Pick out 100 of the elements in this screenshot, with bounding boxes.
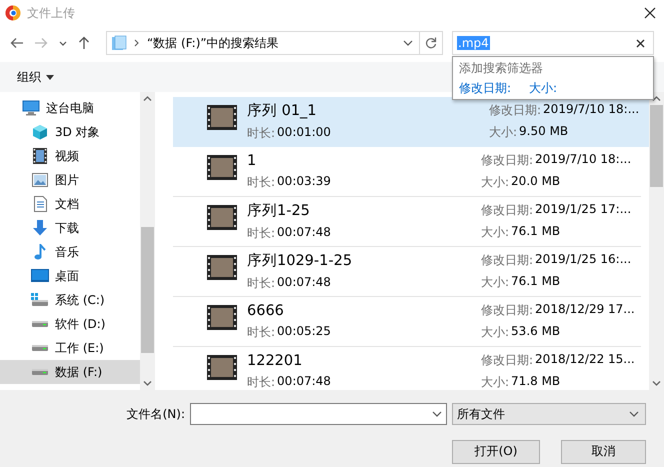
file-row[interactable]: 6666 时长: 00:05:25 修改日期: 2018/12/29 17... 大小: 53.6 MB bbox=[173, 297, 641, 347]
date-value: 2018/12/22 15... bbox=[535, 352, 635, 368]
computer-icon bbox=[22, 100, 40, 116]
search-filter-link[interactable]: 修改日期: bbox=[459, 80, 512, 97]
size-value: 76.1 MB bbox=[511, 274, 560, 290]
drive-icon bbox=[31, 368, 49, 376]
back-arrow-icon[interactable] bbox=[10, 37, 24, 49]
document-icon bbox=[34, 196, 46, 212]
window-title: 文件上传 bbox=[27, 4, 76, 22]
size-label: 大小: bbox=[481, 324, 510, 341]
size-label: 大小: bbox=[489, 124, 518, 141]
size-label: 大小: bbox=[481, 224, 510, 241]
size-value: 76.1 MB bbox=[511, 224, 560, 240]
video-thumbnail bbox=[207, 305, 237, 330]
sidebar-item[interactable]: 软件 (D:) bbox=[0, 312, 140, 336]
video-thumbnail bbox=[207, 205, 237, 230]
date-value: 2019/7/10 18:... bbox=[543, 102, 640, 118]
video-thumbnail bbox=[207, 155, 237, 180]
size-value: 9.50 MB bbox=[519, 124, 568, 140]
file-type-dropdown[interactable]: 所有文件 bbox=[452, 403, 646, 426]
filename-field[interactable] bbox=[190, 403, 447, 426]
scrollbar-thumb[interactable] bbox=[650, 105, 663, 187]
system-drive-icon bbox=[31, 293, 49, 307]
duration-value: 00:07:48 bbox=[277, 275, 331, 291]
duration-value: 00:03:39 bbox=[277, 174, 331, 190]
sidebar-item[interactable]: 文档 bbox=[0, 192, 140, 216]
browser-logo-icon bbox=[5, 5, 21, 21]
picture-icon bbox=[32, 173, 48, 187]
duration-label: 时长: bbox=[247, 275, 276, 292]
music-note-icon bbox=[34, 244, 46, 260]
duration-value: 00:01:00 bbox=[277, 125, 331, 141]
clear-search-icon[interactable] bbox=[636, 38, 645, 48]
organize-menu-button[interactable]: 组织 bbox=[17, 68, 54, 86]
filename-history-caret-icon[interactable] bbox=[432, 409, 442, 420]
size-value: 20.0 MB bbox=[511, 174, 560, 190]
date-label: 修改日期: bbox=[481, 202, 534, 219]
duration-label: 时长: bbox=[247, 374, 276, 390]
sidebar-item[interactable]: 桌面 bbox=[0, 264, 140, 288]
duration-label: 时长: bbox=[247, 225, 276, 242]
duration-label: 时长: bbox=[247, 324, 276, 340]
date-label: 修改日期: bbox=[481, 302, 534, 319]
drive-icon bbox=[31, 320, 49, 328]
filter-heading: 添加搜索筛选器 bbox=[459, 60, 543, 77]
open-button[interactable]: 打开(O) bbox=[452, 440, 540, 464]
film-icon bbox=[33, 148, 47, 164]
size-value: 53.6 MB bbox=[511, 324, 560, 340]
date-label: 修改日期: bbox=[481, 352, 534, 369]
file-name: 1 bbox=[247, 152, 258, 168]
folder-icon bbox=[111, 35, 127, 51]
sidebar-item[interactable]: 音乐 bbox=[0, 240, 140, 264]
file-name: 6666 bbox=[247, 302, 285, 318]
sidebar-item[interactable]: 这台电脑 bbox=[0, 96, 140, 120]
date-label: 修改日期: bbox=[481, 252, 534, 269]
breadcrumb-chevron-icon bbox=[133, 39, 141, 47]
file-name: 序列 01_1 bbox=[247, 102, 318, 120]
date-label: 修改日期: bbox=[481, 152, 534, 169]
sidebar-item[interactable]: 3D 对象 bbox=[0, 120, 140, 144]
cancel-button[interactable]: 取消 bbox=[561, 440, 646, 464]
file-name: 序列1-25 bbox=[247, 202, 311, 220]
filename-label: 文件名(N): bbox=[126, 406, 185, 423]
file-name: 122201 bbox=[247, 352, 304, 368]
refresh-icon[interactable] bbox=[425, 37, 437, 49]
download-arrow-icon bbox=[32, 220, 48, 236]
caret-icon bbox=[46, 74, 54, 80]
video-thumbnail bbox=[207, 105, 237, 130]
duration-value: 00:07:48 bbox=[277, 225, 331, 241]
drive-icon bbox=[31, 344, 49, 352]
video-thumbnail bbox=[207, 255, 237, 280]
file-row[interactable]: 序列1-25 时长: 00:07:48 修改日期: 2019/1/25 17:... 大小: 76.1 MB bbox=[173, 197, 641, 247]
file-row[interactable]: 序列1029-1-25 时长: 00:07:48 修改日期: 2019/1/25 16:... 大小: 76.1 MB bbox=[173, 247, 641, 297]
sidebar-item[interactable]: 视频 bbox=[0, 144, 140, 168]
size-label: 大小: bbox=[481, 274, 510, 291]
file-row[interactable]: 序列 01_1 时长: 00:01:00 修改日期: 2019/7/10 18:... 大小: 9.50 MB bbox=[173, 97, 649, 147]
sidebar-item[interactable]: 图片 bbox=[0, 168, 140, 192]
desktop-icon bbox=[31, 269, 49, 283]
cube-icon bbox=[32, 124, 48, 140]
file-name: 序列1029-1-25 bbox=[247, 252, 354, 270]
sidebar-item[interactable]: 下载 bbox=[0, 216, 140, 240]
up-arrow-icon[interactable] bbox=[78, 36, 90, 50]
sidebar-item[interactable]: 工作 (E:) bbox=[0, 336, 140, 360]
size-label: 大小: bbox=[481, 374, 510, 390]
scrollbar-thumb[interactable] bbox=[141, 227, 154, 352]
search-filter-link[interactable]: 大小: bbox=[529, 80, 558, 97]
size-label: 大小: bbox=[481, 174, 510, 191]
sidebar-item[interactable]: 数据 (F:) bbox=[0, 360, 140, 384]
file-row[interactable]: 1 时长: 00:03:39 修改日期: 2019/7/10 18:... 大小: 20.0 MB bbox=[173, 147, 641, 197]
address-bar[interactable]: “数据 (F:)”中的搜索结果 bbox=[106, 31, 443, 55]
duration-value: 00:05:25 bbox=[277, 324, 331, 340]
sidebar-item[interactable]: 系统 (C:) bbox=[0, 288, 140, 312]
duration-label: 时长: bbox=[247, 125, 276, 142]
date-value: 2018/12/29 17... bbox=[535, 302, 635, 318]
duration-value: 00:07:48 bbox=[277, 374, 331, 390]
duration-label: 时长: bbox=[247, 174, 276, 190]
date-value: 2019/1/25 16:... bbox=[535, 252, 632, 268]
date-value: 2019/7/10 18:... bbox=[535, 152, 632, 168]
date-value: 2019/1/25 17:... bbox=[535, 202, 632, 218]
file-type-caret-icon[interactable] bbox=[629, 409, 639, 420]
date-label: 修改日期: bbox=[489, 102, 542, 119]
address-dropdown-caret-icon[interactable] bbox=[403, 38, 413, 48]
close-icon[interactable] bbox=[644, 7, 656, 19]
